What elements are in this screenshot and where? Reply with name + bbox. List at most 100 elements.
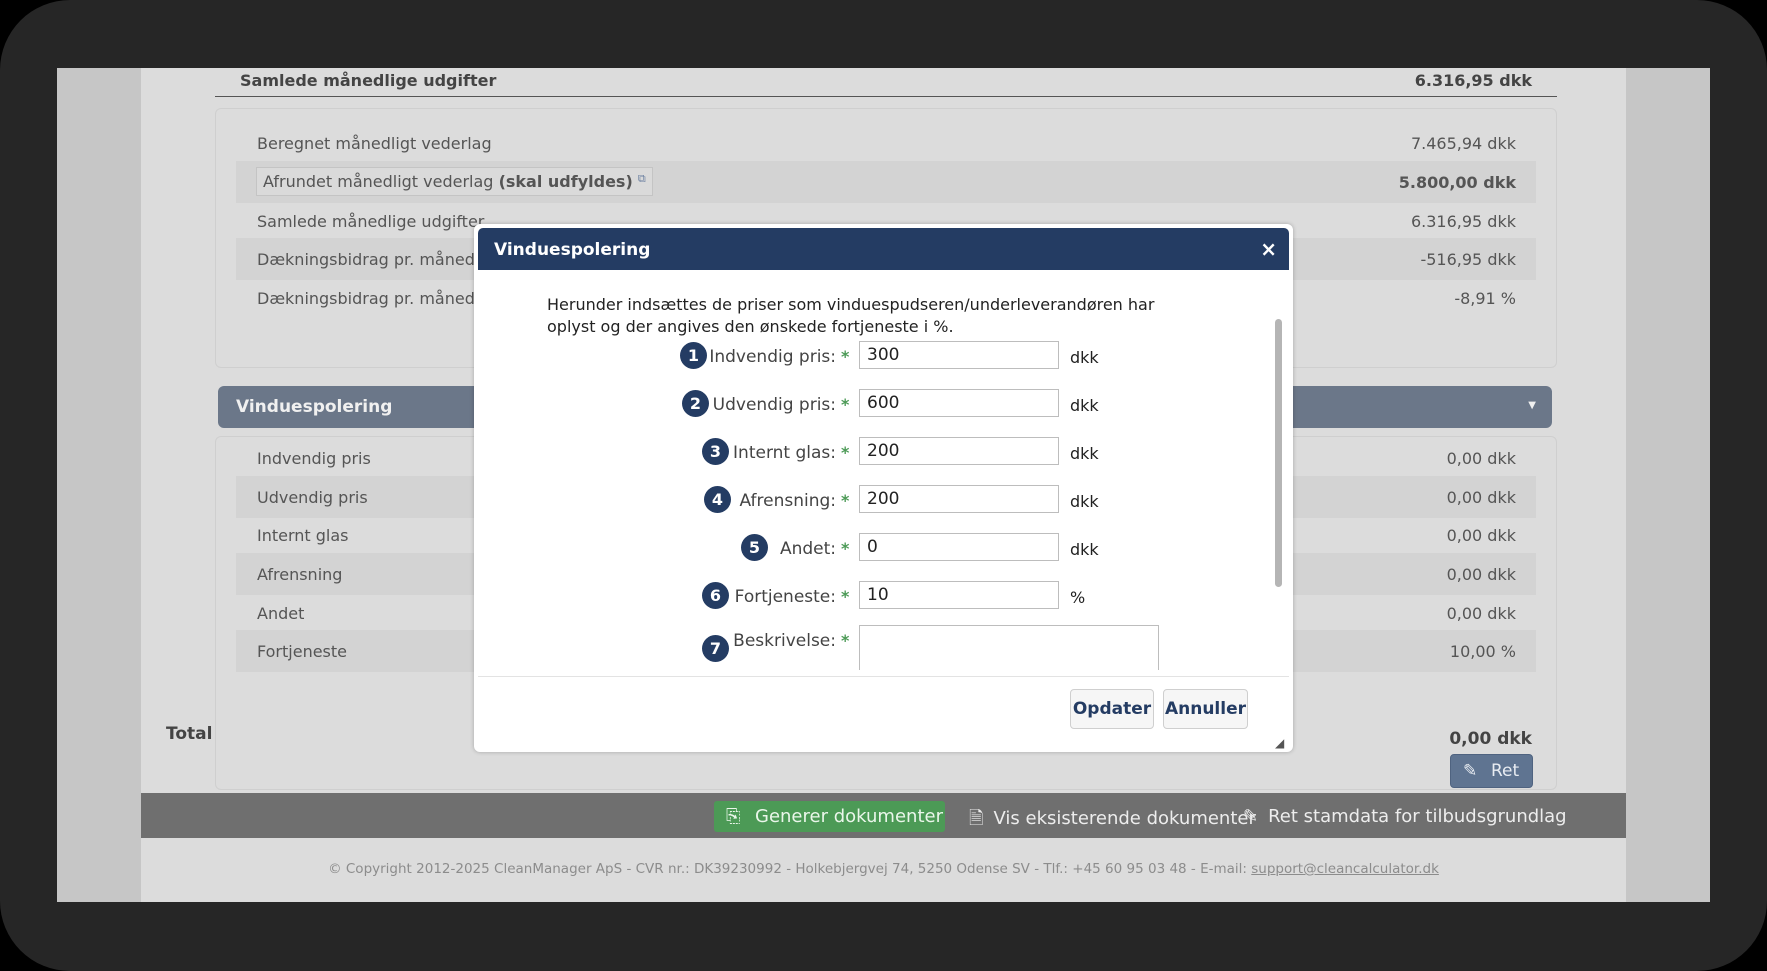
step-number-badge: 6 <box>702 582 729 609</box>
view-documents-link[interactable]: 🗎 Vis eksisterende dokumenter <box>969 806 1256 836</box>
pencil-icon: ✎ <box>1463 761 1478 781</box>
summary-header-value: 6.316,95 dkk <box>1414 71 1532 90</box>
field-label: Indvendig pris: <box>709 347 836 367</box>
dialog-intro: Herunder indsættes de priser som vindues… <box>547 295 1155 336</box>
summary-header: Samlede månedlige udgifter 6.316,95 dkk <box>215 68 1557 97</box>
section-row-value: 0,00 dkk <box>1446 449 1516 468</box>
section-row-label: Andet <box>257 604 305 623</box>
view-documents-label: Vis eksisterende dokumenter <box>993 808 1256 829</box>
close-icon[interactable]: × <box>1260 237 1277 261</box>
andet-input[interactable] <box>859 533 1059 561</box>
summary-row: Beregnet månedligt vederlag 7.465,94 dkk <box>236 122 1536 164</box>
section-row-label: Internt glas <box>257 526 349 545</box>
field-label: Afrensning: <box>739 491 836 511</box>
field-row-afrensning: 4 Afrensning: * dkk <box>478 482 1289 518</box>
summary-row-value: -8,91 % <box>1454 289 1516 308</box>
document-icon: 🗎 <box>969 808 984 829</box>
document-import-icon: ⎘ <box>726 806 741 827</box>
step-number-badge: 1 <box>680 342 707 369</box>
price-dialog: Vinduespolering × Herunder indsættes de … <box>474 224 1293 752</box>
external-link-icon: ⧉ <box>637 172 646 185</box>
generate-documents-label: Generer dokumenter <box>755 806 943 827</box>
rounded-fee-label: Afrundet månedligt vederlag <box>263 172 494 191</box>
field-row-beskrivelse: 7 Beskrivelse: * <box>478 622 1289 670</box>
required-mark: * <box>841 587 850 606</box>
unit-label: dkk <box>1070 396 1099 415</box>
total-value: 0,00 dkk <box>1449 729 1532 749</box>
field-row-udvendig: 2 Udvendig pris: * dkk <box>478 386 1289 422</box>
field-label: Andet: <box>779 539 836 559</box>
unit-label: dkk <box>1070 444 1099 463</box>
cancel-button[interactable]: Annuller <box>1163 689 1248 729</box>
device-frame: Samlede månedlige udgifter 6.316,95 dkk … <box>0 0 1767 971</box>
summary-header-label: Samlede månedlige udgifter <box>240 71 497 90</box>
field-label: Fortjeneste: <box>734 587 836 607</box>
summary-row-rounded-fee: Afrundet månedligt vederlag (skal udfyld… <box>236 161 1536 203</box>
footer-text: © Copyright 2012-2025 CleanManager ApS -… <box>328 861 1247 877</box>
required-mark: * <box>841 539 850 558</box>
edit-button-label: Ret <box>1491 761 1520 781</box>
section-row-label: Afrensning <box>257 565 343 584</box>
summary-row-value: -516,95 dkk <box>1420 250 1516 269</box>
section-row-label: Udvendig pris <box>257 488 368 507</box>
total-label: Total <box>166 724 213 744</box>
step-number-badge: 5 <box>741 534 768 561</box>
step-number-badge: 4 <box>704 486 731 513</box>
section-row-value: 0,00 dkk <box>1446 565 1516 584</box>
field-label: Beskrivelse: <box>733 631 836 651</box>
required-mark: * <box>841 443 850 462</box>
fortjeneste-input[interactable] <box>859 581 1059 609</box>
footer: © Copyright 2012-2025 CleanManager ApS -… <box>141 861 1626 877</box>
caret-down-icon: ▼ <box>1528 400 1536 411</box>
field-row-indvendig: 1 Indvendig pris: * dkk <box>478 338 1289 374</box>
field-label: Internt glas: <box>733 443 836 463</box>
beskrivelse-textarea[interactable] <box>859 625 1159 670</box>
rounded-fee-link[interactable]: Afrundet månedligt vederlag (skal udfyld… <box>256 167 653 196</box>
section-row-value: 0,00 dkk <box>1446 526 1516 545</box>
required-mark: * <box>841 347 850 366</box>
section-row-value: 0,00 dkk <box>1446 488 1516 507</box>
summary-row-value: 6.316,95 dkk <box>1410 212 1516 231</box>
resize-grip-icon[interactable]: ◢ <box>1275 736 1287 750</box>
summary-row-label: Samlede månedlige udgifter <box>257 212 485 231</box>
dialog-footer-divider <box>478 676 1289 677</box>
edit-button[interactable]: ✎ Ret <box>1450 754 1533 788</box>
step-number-badge: 3 <box>702 438 729 465</box>
internt-glas-input[interactable] <box>859 437 1059 465</box>
unit-label: dkk <box>1070 540 1099 559</box>
summary-row-value: 5.800,00 dkk <box>1398 173 1516 192</box>
dialog-body: Herunder indsættes de priser som vindues… <box>478 270 1289 676</box>
indvendig-pris-input[interactable] <box>859 341 1059 369</box>
summary-row-label: Beregnet månedligt vederlag <box>257 134 492 153</box>
action-bar: ⎘ Generer dokumenter 🗎 Vis eksisterende d… <box>141 793 1626 838</box>
dialog-scrollbar[interactable] <box>1275 319 1282 587</box>
dialog-title: Vinduespolering <box>494 240 651 260</box>
dialog-titlebar[interactable]: Vinduespolering × <box>478 228 1289 270</box>
field-row-internt-glas: 3 Internt glas: * dkk <box>478 434 1289 470</box>
update-button[interactable]: Opdater <box>1070 689 1154 729</box>
summary-row-label: Dækningsbidrag pr. måned <box>257 250 475 269</box>
pencil-icon: ✎ <box>1243 806 1259 827</box>
section-row-value: 0,00 dkk <box>1446 604 1516 623</box>
unit-label: dkk <box>1070 348 1099 367</box>
field-label: Udvendig pris: <box>712 395 836 415</box>
required-mark: * <box>841 491 850 510</box>
afrensning-input[interactable] <box>859 485 1059 513</box>
rounded-fee-required-note: (skal udfyldes) <box>498 172 633 191</box>
required-mark: * <box>841 395 850 414</box>
generate-documents-button[interactable]: ⎘ Generer dokumenter <box>714 801 945 832</box>
field-row-fortjeneste: 6 Fortjeneste: * % <box>478 578 1289 614</box>
udvendig-pris-input[interactable] <box>859 389 1059 417</box>
step-number-badge: 7 <box>702 635 729 662</box>
accordion-title: Vinduespolering <box>236 397 393 417</box>
section-row-value: 10,00 % <box>1449 642 1516 661</box>
support-email-link[interactable]: support@cleancalculator.dk <box>1251 861 1439 877</box>
edit-master-data-link[interactable]: ✎ Ret stamdata for tilbudsgrundlag <box>1243 806 1567 827</box>
step-number-badge: 2 <box>682 390 709 417</box>
section-row-label: Fortjeneste <box>257 642 347 661</box>
summary-row-label: Dækningsbidrag pr. måned <box>257 289 475 308</box>
summary-row-value: 7.465,94 dkk <box>1410 134 1516 153</box>
edit-master-data-label: Ret stamdata for tilbudsgrundlag <box>1268 806 1567 827</box>
field-row-andet: 5 Andet: * dkk <box>478 530 1289 566</box>
unit-label: dkk <box>1070 492 1099 511</box>
